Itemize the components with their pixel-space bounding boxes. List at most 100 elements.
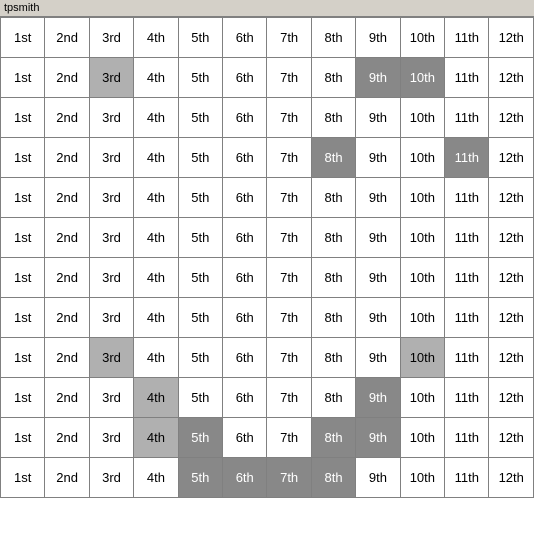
table-cell[interactable]: 7th bbox=[267, 218, 311, 258]
table-cell[interactable]: 6th bbox=[223, 298, 267, 338]
table-cell[interactable]: 9th bbox=[356, 258, 400, 298]
table-cell[interactable]: 8th bbox=[311, 218, 355, 258]
table-cell[interactable]: 1st bbox=[1, 58, 45, 98]
table-cell[interactable]: 9th bbox=[356, 218, 400, 258]
table-cell[interactable]: 5th bbox=[178, 138, 222, 178]
table-cell[interactable]: 7th bbox=[267, 418, 311, 458]
table-cell[interactable]: 10th bbox=[400, 418, 444, 458]
table-cell[interactable]: 11th bbox=[445, 178, 489, 218]
table-cell[interactable]: 11th bbox=[445, 258, 489, 298]
table-cell[interactable]: 9th bbox=[356, 378, 400, 418]
table-cell[interactable]: 1st bbox=[1, 418, 45, 458]
table-cell[interactable]: 3rd bbox=[89, 18, 133, 58]
table-cell[interactable]: 11th bbox=[445, 338, 489, 378]
table-cell[interactable]: 1st bbox=[1, 138, 45, 178]
table-cell[interactable]: 6th bbox=[223, 418, 267, 458]
table-cell[interactable]: 1st bbox=[1, 18, 45, 58]
table-cell[interactable]: 10th bbox=[400, 18, 444, 58]
table-cell[interactable]: 9th bbox=[356, 298, 400, 338]
table-cell[interactable]: 2nd bbox=[45, 258, 89, 298]
table-cell[interactable]: 11th bbox=[445, 138, 489, 178]
table-cell[interactable]: 2nd bbox=[45, 338, 89, 378]
table-cell[interactable]: 8th bbox=[311, 418, 355, 458]
table-cell[interactable]: 3rd bbox=[89, 298, 133, 338]
table-cell[interactable]: 6th bbox=[223, 58, 267, 98]
table-cell[interactable]: 9th bbox=[356, 458, 400, 498]
table-cell[interactable]: 7th bbox=[267, 338, 311, 378]
table-cell[interactable]: 12th bbox=[489, 218, 534, 258]
table-cell[interactable]: 1st bbox=[1, 178, 45, 218]
table-cell[interactable]: 4th bbox=[134, 298, 178, 338]
table-cell[interactable]: 12th bbox=[489, 378, 534, 418]
table-cell[interactable]: 6th bbox=[223, 18, 267, 58]
table-cell[interactable]: 6th bbox=[223, 378, 267, 418]
table-cell[interactable]: 4th bbox=[134, 418, 178, 458]
table-cell[interactable]: 8th bbox=[311, 338, 355, 378]
table-cell[interactable]: 4th bbox=[134, 18, 178, 58]
table-cell[interactable]: 11th bbox=[445, 378, 489, 418]
table-cell[interactable]: 4th bbox=[134, 178, 178, 218]
table-cell[interactable]: 8th bbox=[311, 378, 355, 418]
table-cell[interactable]: 5th bbox=[178, 418, 222, 458]
table-cell[interactable]: 9th bbox=[356, 18, 400, 58]
table-cell[interactable]: 4th bbox=[134, 338, 178, 378]
table-cell[interactable]: 10th bbox=[400, 178, 444, 218]
table-cell[interactable]: 11th bbox=[445, 298, 489, 338]
table-cell[interactable]: 9th bbox=[356, 418, 400, 458]
table-cell[interactable]: 1st bbox=[1, 458, 45, 498]
table-cell[interactable]: 9th bbox=[356, 338, 400, 378]
table-cell[interactable]: 12th bbox=[489, 298, 534, 338]
table-cell[interactable]: 8th bbox=[311, 258, 355, 298]
table-cell[interactable]: 7th bbox=[267, 258, 311, 298]
table-cell[interactable]: 7th bbox=[267, 458, 311, 498]
table-cell[interactable]: 1st bbox=[1, 258, 45, 298]
table-cell[interactable]: 11th bbox=[445, 418, 489, 458]
table-cell[interactable]: 10th bbox=[400, 98, 444, 138]
table-cell[interactable]: 10th bbox=[400, 218, 444, 258]
table-cell[interactable]: 9th bbox=[356, 58, 400, 98]
table-cell[interactable]: 10th bbox=[400, 298, 444, 338]
table-cell[interactable]: 5th bbox=[178, 258, 222, 298]
table-cell[interactable]: 11th bbox=[445, 18, 489, 58]
table-cell[interactable]: 2nd bbox=[45, 58, 89, 98]
table-cell[interactable]: 5th bbox=[178, 218, 222, 258]
table-cell[interactable]: 1st bbox=[1, 218, 45, 258]
table-cell[interactable]: 4th bbox=[134, 258, 178, 298]
table-cell[interactable]: 4th bbox=[134, 218, 178, 258]
table-cell[interactable]: 5th bbox=[178, 378, 222, 418]
table-cell[interactable]: 12th bbox=[489, 418, 534, 458]
table-cell[interactable]: 2nd bbox=[45, 458, 89, 498]
table-cell[interactable]: 2nd bbox=[45, 378, 89, 418]
table-cell[interactable]: 10th bbox=[400, 58, 444, 98]
table-cell[interactable]: 5th bbox=[178, 338, 222, 378]
table-cell[interactable]: 6th bbox=[223, 338, 267, 378]
table-cell[interactable]: 11th bbox=[445, 218, 489, 258]
table-cell[interactable]: 2nd bbox=[45, 138, 89, 178]
table-cell[interactable]: 12th bbox=[489, 18, 534, 58]
table-cell[interactable]: 5th bbox=[178, 298, 222, 338]
table-cell[interactable]: 7th bbox=[267, 98, 311, 138]
table-cell[interactable]: 8th bbox=[311, 178, 355, 218]
table-cell[interactable]: 6th bbox=[223, 218, 267, 258]
table-cell[interactable]: 6th bbox=[223, 138, 267, 178]
table-cell[interactable]: 12th bbox=[489, 338, 534, 378]
table-cell[interactable]: 3rd bbox=[89, 58, 133, 98]
table-cell[interactable]: 1st bbox=[1, 98, 45, 138]
table-cell[interactable]: 11th bbox=[445, 98, 489, 138]
table-cell[interactable]: 1st bbox=[1, 298, 45, 338]
table-cell[interactable]: 4th bbox=[134, 98, 178, 138]
table-cell[interactable]: 7th bbox=[267, 378, 311, 418]
table-cell[interactable]: 12th bbox=[489, 138, 534, 178]
table-cell[interactable]: 1st bbox=[1, 378, 45, 418]
table-cell[interactable]: 3rd bbox=[89, 258, 133, 298]
table-cell[interactable]: 9th bbox=[356, 138, 400, 178]
table-cell[interactable]: 2nd bbox=[45, 218, 89, 258]
table-cell[interactable]: 3rd bbox=[89, 98, 133, 138]
table-cell[interactable]: 12th bbox=[489, 178, 534, 218]
table-cell[interactable]: 3rd bbox=[89, 338, 133, 378]
table-cell[interactable]: 6th bbox=[223, 178, 267, 218]
table-cell[interactable]: 3rd bbox=[89, 218, 133, 258]
table-cell[interactable]: 4th bbox=[134, 58, 178, 98]
table-cell[interactable]: 5th bbox=[178, 18, 222, 58]
table-cell[interactable]: 5th bbox=[178, 98, 222, 138]
